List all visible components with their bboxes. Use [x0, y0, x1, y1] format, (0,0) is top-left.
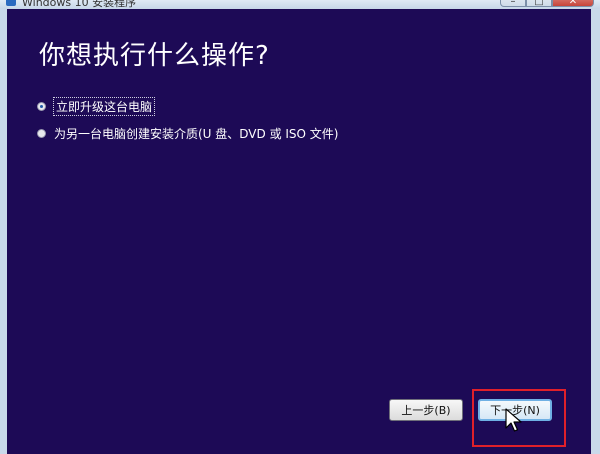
setup-window: Windows 10 安装程序 – □ ✕ 你想执行什么操作? 立即升级这台电脑… [0, 0, 600, 454]
minimize-button[interactable]: – [500, 0, 526, 7]
radio-create-media[interactable] [37, 129, 46, 138]
option-upgrade-this-pc[interactable]: 立即升级这台电脑 [37, 97, 156, 116]
window-controls: – □ ✕ [500, 0, 594, 7]
title-bar: Windows 10 安装程序 – □ ✕ [0, 0, 600, 9]
maximize-button[interactable]: □ [526, 0, 552, 7]
mouse-pointer-icon [505, 408, 522, 432]
page-title: 你想执行什么操作? [39, 41, 270, 71]
setup-content: 你想执行什么操作? 立即升级这台电脑 为另一台电脑创建安装介质(U 盘、DVD … [7, 9, 591, 454]
radio-upgrade[interactable] [37, 102, 46, 111]
window-title: Windows 10 安装程序 [22, 0, 137, 9]
back-button[interactable]: 上一步(B) [389, 399, 463, 421]
option-label-create-media[interactable]: 为另一台电脑创建安装介质(U 盘、DVD 或 ISO 文件) [54, 125, 339, 142]
option-label-upgrade[interactable]: 立即升级这台电脑 [52, 97, 156, 116]
option-create-media[interactable]: 为另一台电脑创建安装介质(U 盘、DVD 或 ISO 文件) [37, 125, 339, 142]
close-button[interactable]: ✕ [552, 0, 594, 7]
setup-icon [6, 0, 16, 6]
